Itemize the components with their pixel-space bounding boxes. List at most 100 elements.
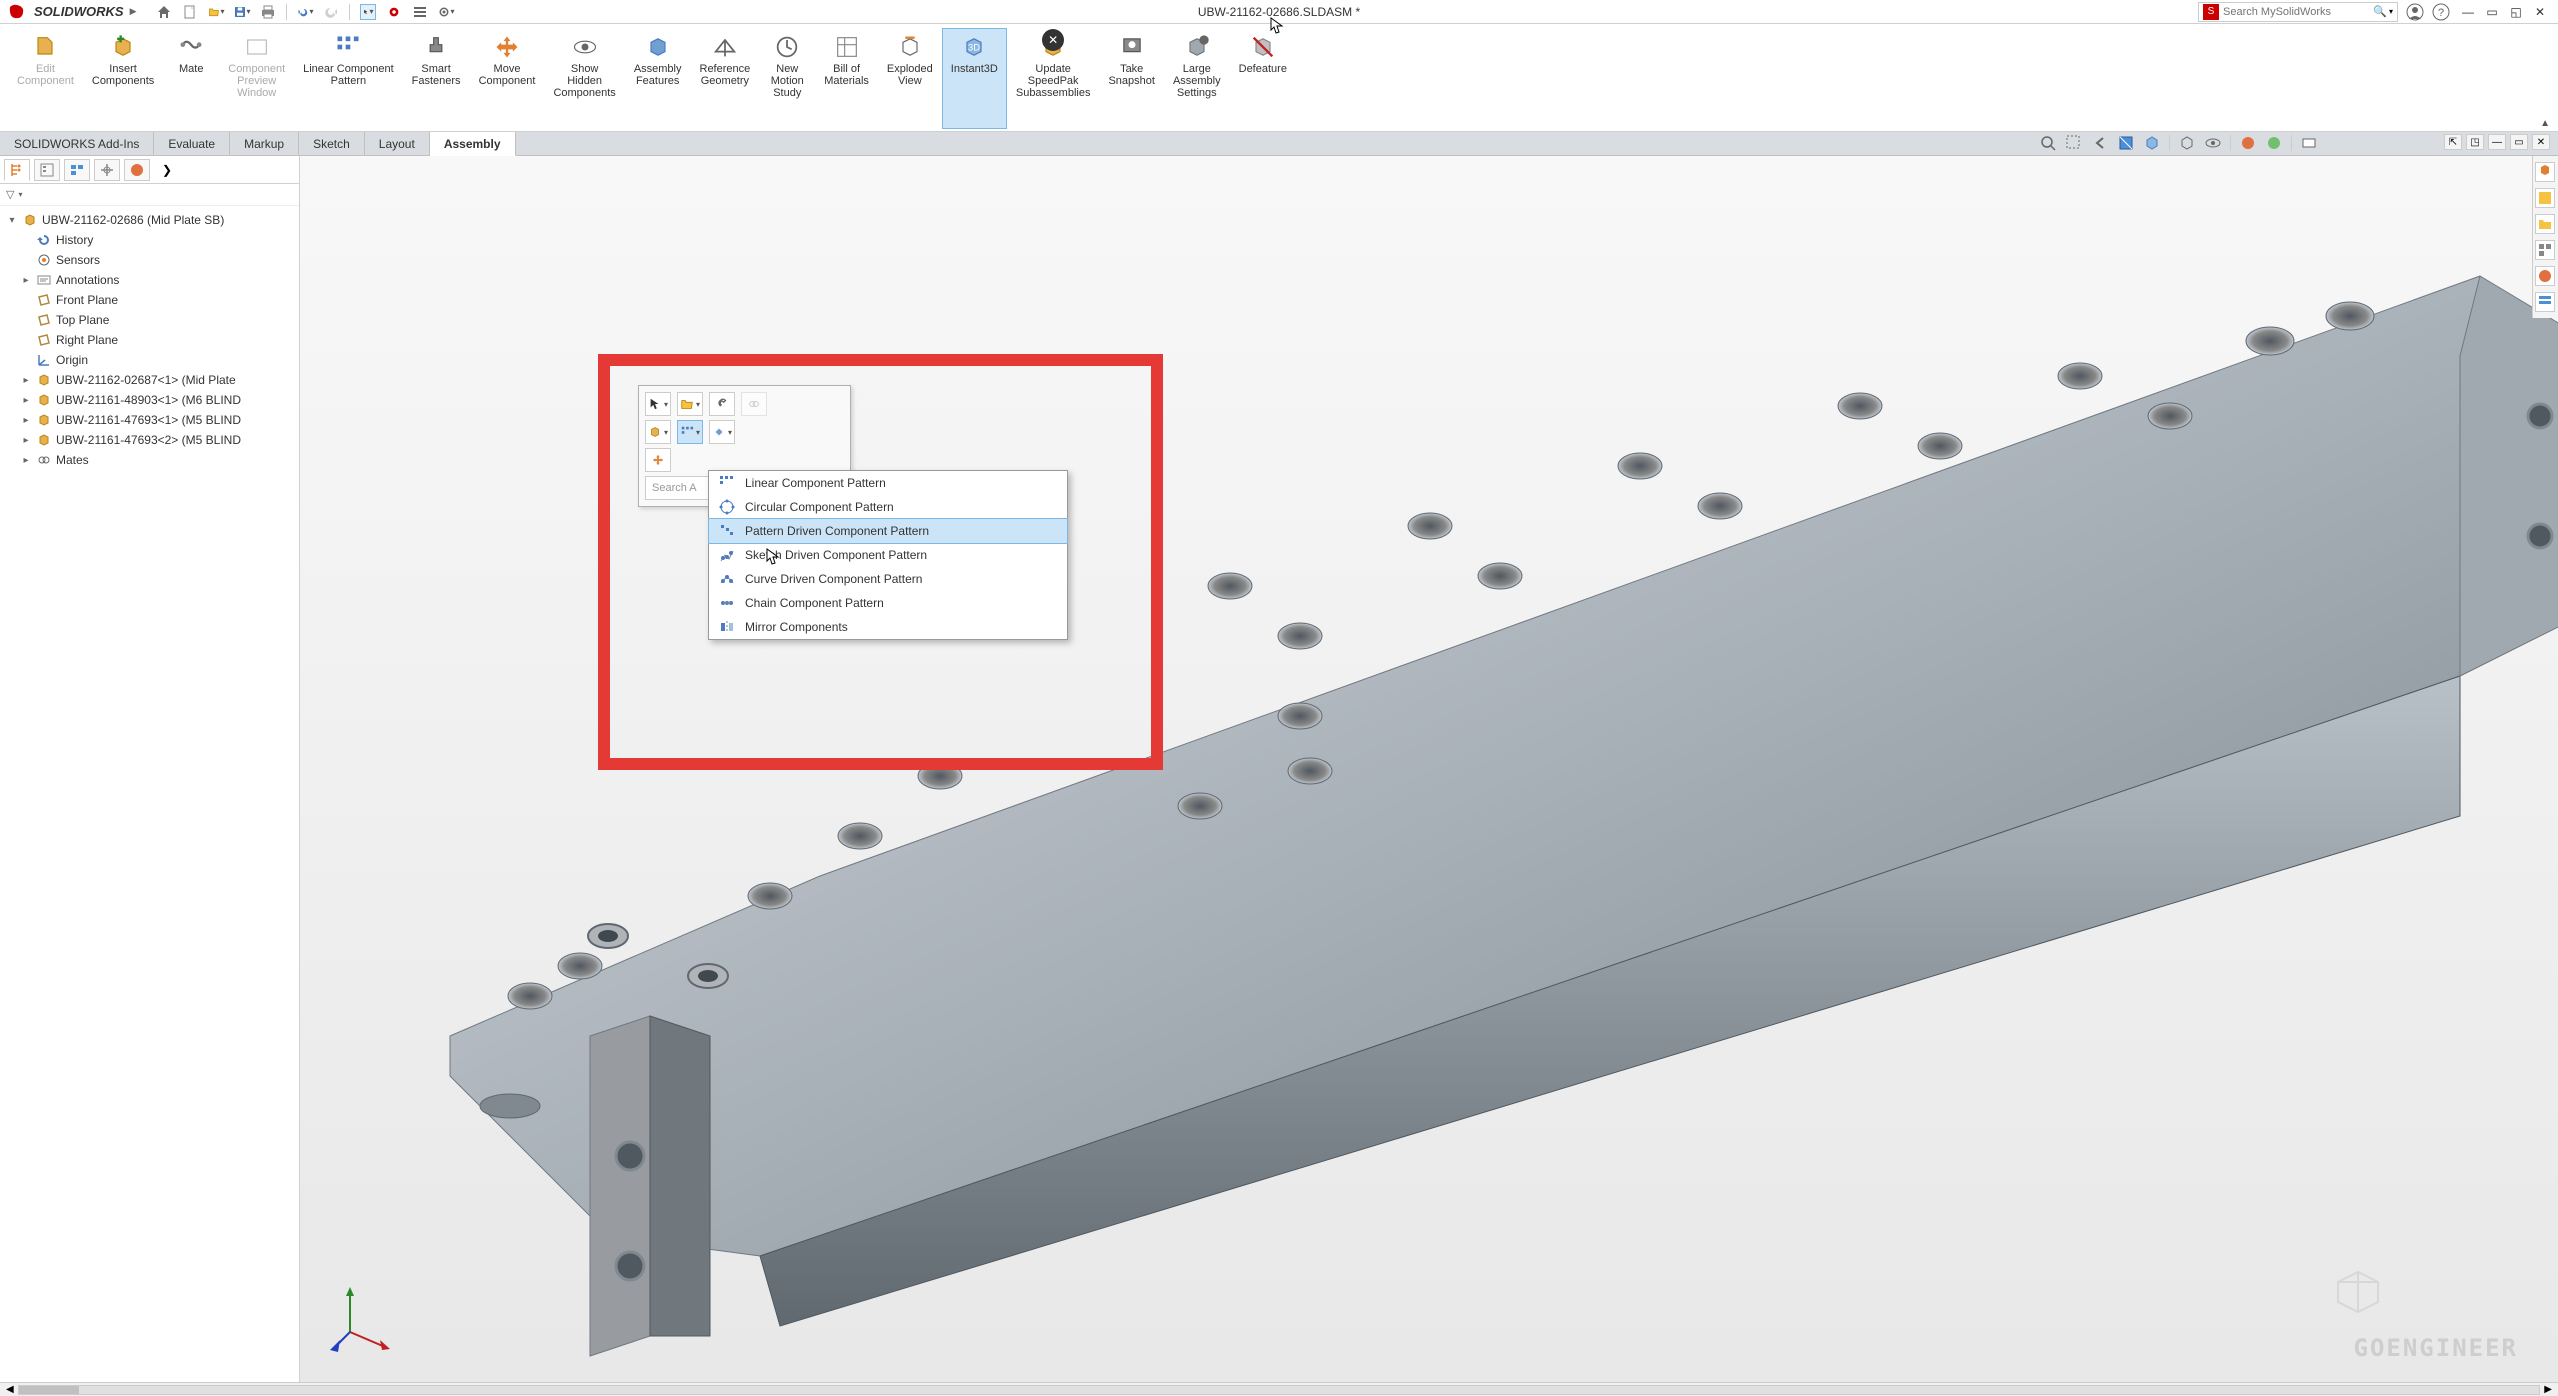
pattern-menu-circular-component-pattern[interactable]: Circular Component Pattern bbox=[709, 495, 1067, 519]
tree-item-history[interactable]: History bbox=[2, 230, 297, 250]
pattern-menu-sketch-driven-component-pattern[interactable]: Sketch Driven Component Pattern bbox=[709, 543, 1067, 567]
display-style-icon[interactable]: ▾ bbox=[2178, 134, 2196, 152]
linear-pattern-dropdown-icon[interactable]: ▾ bbox=[677, 420, 703, 444]
rebuild-icon[interactable] bbox=[386, 4, 402, 20]
tree-item-mates[interactable]: ▸Mates bbox=[2, 450, 297, 470]
view-palette-icon[interactable] bbox=[2535, 240, 2555, 260]
display-manager-tab-icon[interactable] bbox=[124, 159, 150, 181]
hide-show-icon[interactable]: ▾ bbox=[2204, 134, 2222, 152]
ribbon-instant3d[interactable]: 3DInstant3D bbox=[942, 28, 1007, 129]
pattern-menu-mirror-components[interactable]: Mirror Components bbox=[709, 615, 1067, 639]
ribbon-billof-materials[interactable]: Bill of Materials bbox=[815, 28, 878, 129]
ribbon-move-component[interactable]: Move Component bbox=[470, 28, 545, 129]
viewport-maximize-icon[interactable]: ▭ bbox=[2510, 134, 2528, 150]
ribbon-exploded-view[interactable]: Exploded View bbox=[878, 28, 942, 129]
search-dropdown-icon[interactable]: ▾ bbox=[2389, 7, 2393, 16]
appearances-icon[interactable] bbox=[2535, 266, 2555, 286]
ribbon-defeature[interactable]: Defeature bbox=[1230, 28, 1296, 129]
redo-icon[interactable] bbox=[323, 4, 339, 20]
ribbon-assembly-features[interactable]: Assembly Features bbox=[625, 28, 691, 129]
feature-tree-tab-icon[interactable] bbox=[4, 159, 30, 181]
print-icon[interactable] bbox=[260, 4, 276, 20]
collapse-ribbon-icon[interactable]: ▲ bbox=[2540, 118, 2550, 129]
custom-properties-icon[interactable] bbox=[2535, 292, 2555, 312]
pattern-menu-pattern-driven-component-pattern[interactable]: Pattern Driven Component Pattern bbox=[708, 518, 1068, 544]
tab-markup[interactable]: Markup bbox=[230, 132, 299, 155]
view-orientation-icon[interactable]: ▾ bbox=[2143, 134, 2161, 152]
pattern-menu-chain-component-pattern[interactable]: Chain Component Pattern bbox=[709, 591, 1067, 615]
design-library-icon[interactable] bbox=[2535, 188, 2555, 208]
settings-gear-icon[interactable]: ▾ bbox=[438, 4, 454, 20]
tree-item-ubw-21161-47693-1---m5-blind[interactable]: ▸UBW-21161-47693<1> (M5 BLIND bbox=[2, 410, 297, 430]
previous-view-icon[interactable] bbox=[2091, 134, 2109, 152]
edit-appearance-icon[interactable]: ▾ bbox=[2239, 134, 2257, 152]
tab-sketch[interactable]: Sketch bbox=[299, 132, 365, 155]
zoom-area-icon[interactable] bbox=[2065, 134, 2083, 152]
maximize-button[interactable]: ◱ bbox=[2506, 4, 2526, 20]
property-manager-tab-icon[interactable] bbox=[34, 159, 60, 181]
pattern-menu-linear-component-pattern[interactable]: Linear Component Pattern bbox=[709, 471, 1067, 495]
file-explorer-icon[interactable] bbox=[2535, 214, 2555, 234]
view-mates-icon[interactable] bbox=[741, 392, 767, 416]
viewport-close-icon[interactable]: ✕ bbox=[2532, 134, 2550, 150]
home-icon[interactable] bbox=[156, 4, 172, 20]
insert-component-icon[interactable]: ▾ bbox=[645, 420, 671, 444]
horizontal-scrollbar[interactable] bbox=[18, 1385, 2541, 1395]
tree-item-ubw-21162-02687-1---mid-plate[interactable]: ▸UBW-21162-02687<1> (Mid Plate bbox=[2, 370, 297, 390]
open-icon[interactable]: ▾ bbox=[208, 4, 224, 20]
pattern-menu-curve-driven-component-pattern[interactable]: Curve Driven Component Pattern bbox=[709, 567, 1067, 591]
viewport-link-icon[interactable]: ⇱ bbox=[2444, 134, 2462, 150]
ribbon-insert-components[interactable]: Insert Components bbox=[83, 28, 163, 129]
viewport-new-window-icon[interactable]: ◳ bbox=[2466, 134, 2484, 150]
view-settings-icon[interactable]: ▾ bbox=[2300, 134, 2318, 152]
options-icon[interactable] bbox=[412, 4, 428, 20]
tree-item-origin[interactable]: Origin bbox=[2, 350, 297, 370]
tree-item-annotations[interactable]: ▸Annotations bbox=[2, 270, 297, 290]
tree-item-sensors[interactable]: Sensors bbox=[2, 250, 297, 270]
tabs-overflow-icon[interactable]: ❯ bbox=[154, 159, 180, 181]
orientation-triad-icon[interactable] bbox=[330, 1272, 410, 1352]
close-button[interactable]: ✕ bbox=[2530, 4, 2550, 20]
menu-dropdown-arrow-icon[interactable]: ▶ bbox=[130, 6, 137, 17]
move-component-icon[interactable] bbox=[645, 448, 671, 472]
dimxpert-tab-icon[interactable] bbox=[94, 159, 120, 181]
help-icon[interactable]: ? bbox=[2432, 3, 2450, 21]
tree-item-ubw-21161-47693-2---m5-blind[interactable]: ▸UBW-21161-47693<2> (M5 BLIND bbox=[2, 430, 297, 450]
section-view-icon[interactable] bbox=[2117, 134, 2135, 152]
tab-evaluate[interactable]: Evaluate bbox=[154, 132, 230, 155]
ribbon-reference-geometry[interactable]: Reference Geometry bbox=[691, 28, 760, 129]
ribbon-new-motion-study[interactable]: New Motion Study bbox=[759, 28, 815, 129]
open-part-icon[interactable]: ▾ bbox=[677, 392, 703, 416]
restore-button[interactable]: ▭ bbox=[2482, 4, 2502, 20]
tab-layout[interactable]: Layout bbox=[365, 132, 430, 155]
select-icon[interactable]: ▾ bbox=[360, 4, 376, 20]
tab-assembly[interactable]: Assembly bbox=[430, 132, 516, 156]
save-icon[interactable]: ▾ bbox=[234, 4, 250, 20]
tree-root[interactable]: ▾UBW-21162-02686 (Mid Plate SB) bbox=[2, 210, 297, 230]
ribbon-smart-fasteners[interactable]: Smart Fasteners bbox=[403, 28, 470, 129]
search-box[interactable]: S 🔍 ▾ bbox=[2198, 2, 2398, 22]
ribbon-linearcomponent-pattern[interactable]: Linear Component Pattern bbox=[294, 28, 403, 129]
zoom-fit-icon[interactable] bbox=[2039, 134, 2057, 152]
new-icon[interactable] bbox=[182, 4, 198, 20]
ribbon-update-speedpak-subassemblies[interactable]: ✕Update SpeedPak Subassemblies bbox=[1007, 28, 1100, 129]
attach-icon[interactable] bbox=[709, 392, 735, 416]
viewport-minimize-icon[interactable]: — bbox=[2488, 134, 2506, 150]
tree-item-top-plane[interactable]: Top Plane bbox=[2, 310, 297, 330]
ribbon-show-hidden-components[interactable]: Show Hidden Components bbox=[544, 28, 624, 129]
user-icon[interactable] bbox=[2406, 3, 2424, 21]
minimize-button[interactable]: — bbox=[2458, 4, 2478, 20]
tree-item-front-plane[interactable]: Front Plane bbox=[2, 290, 297, 310]
ribbon-mate[interactable]: Mate bbox=[163, 28, 219, 129]
undo-icon[interactable]: ▾ bbox=[297, 4, 313, 20]
solidworks-resources-icon[interactable] bbox=[2535, 162, 2555, 182]
tab-solidworks-add-ins[interactable]: SOLIDWORKS Add-Ins bbox=[0, 132, 154, 155]
search-icon[interactable]: 🔍 bbox=[2373, 5, 2387, 18]
tree-item-right-plane[interactable]: Right Plane bbox=[2, 330, 297, 350]
scroll-left-icon[interactable]: ◀ bbox=[6, 1384, 14, 1395]
ribbon-large-assembly-settings[interactable]: Large Assembly Settings bbox=[1164, 28, 1230, 129]
ribbon-take-snapshot[interactable]: Take Snapshot bbox=[1099, 28, 1163, 129]
search-input[interactable] bbox=[2223, 6, 2373, 18]
cancel-badge-icon[interactable]: ✕ bbox=[1042, 29, 1064, 51]
configuration-manager-tab-icon[interactable] bbox=[64, 159, 90, 181]
